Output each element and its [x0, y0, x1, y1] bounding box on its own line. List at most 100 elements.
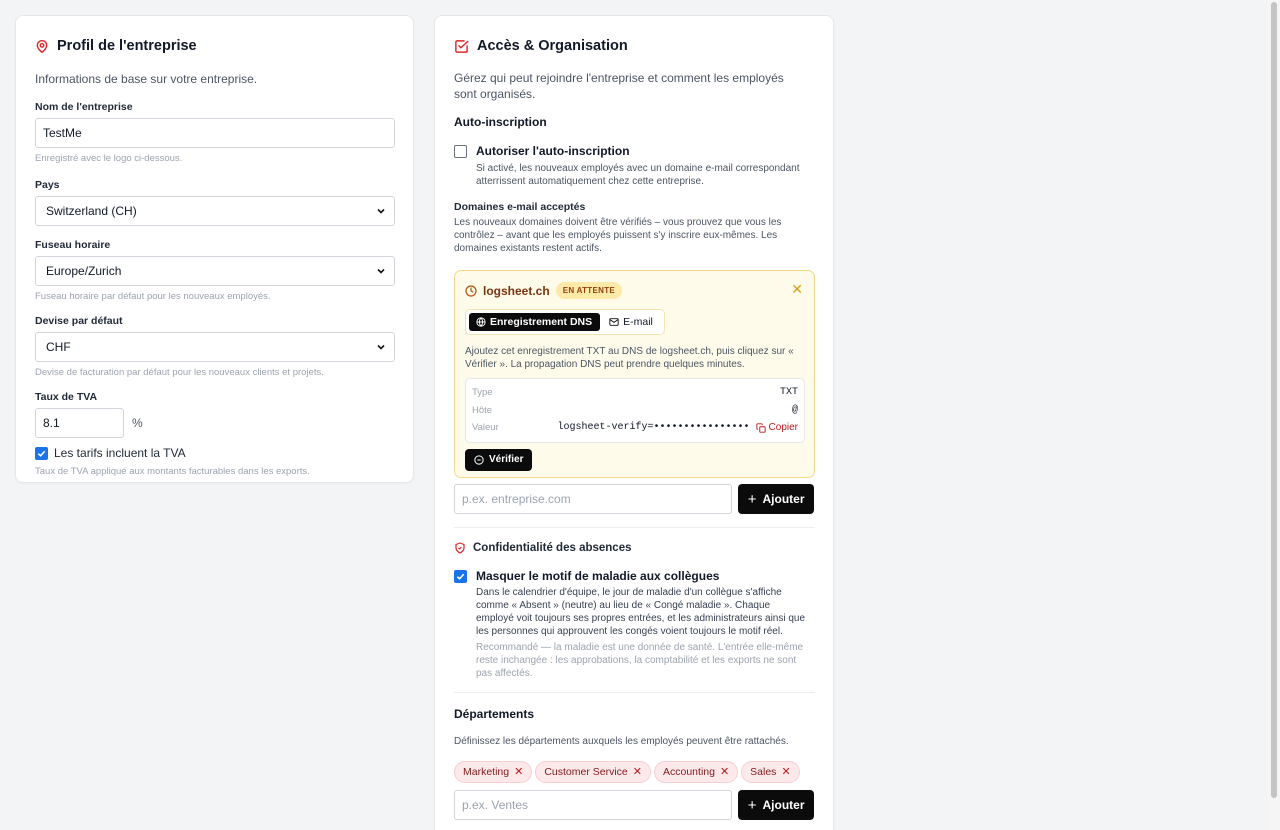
access-card-header: Accès & Organisation	[454, 38, 814, 54]
domains-heading: Domaines e-mail acceptés	[454, 201, 586, 213]
access-organisation-card: Accès & Organisation Gérez qui peut rejo…	[434, 15, 834, 830]
department-tag-label: Customer Service	[544, 766, 628, 778]
check-icon	[37, 450, 46, 457]
self-signup-description: Si activé, les nouveaux employés avec un…	[476, 163, 800, 187]
verify-label: Vérifier	[489, 454, 524, 465]
chevron-down-icon	[377, 344, 385, 350]
departments-description: Définissez les départements auxquels les…	[454, 736, 789, 747]
tab-dns-record[interactable]: Enregistrement DNS	[469, 313, 601, 331]
timezone-value: Europe/Zurich	[46, 264, 122, 278]
department-tag-label: Sales	[750, 766, 777, 778]
pending-domain-name: logsheet.ch	[483, 283, 550, 298]
domain-input-placeholder: p.ex. entreprise.com	[462, 492, 571, 506]
remove-icon[interactable]: ✕	[633, 767, 642, 778]
company-profile-card: Profil de l'entreprise Informations de b…	[15, 15, 414, 483]
vat-inclusive-checkbox[interactable]	[35, 446, 48, 460]
add-department-label: Ajouter	[762, 798, 805, 812]
copy-label: Copier	[768, 422, 798, 434]
department-tag: Accounting ✕	[654, 761, 739, 783]
add-domain-button[interactable]: + Ajouter	[738, 484, 814, 514]
privacy-label: Masquer le motif de maladie aux collègue…	[476, 569, 720, 583]
dns-instructions: Ajoutez cet enregistrement TXT au DNS de…	[465, 346, 794, 370]
currency-value: CHF	[46, 340, 71, 354]
dns-value: logsheet-verify=••••••••••••••••	[557, 422, 750, 434]
dns-key: Type	[472, 387, 493, 399]
pending-domain-card: logsheet.ch EN ATTENTE ✕ Enregistrement …	[454, 270, 815, 478]
department-input-placeholder: p.ex. Ventes	[462, 798, 529, 812]
dns-key: Valeur	[472, 422, 499, 434]
company-name-value: TestMe	[43, 126, 82, 140]
domain-input[interactable]: p.ex. entreprise.com	[454, 484, 733, 514]
map-pin-icon	[36, 39, 48, 53]
dns-value: TXT	[779, 387, 798, 399]
timezone-hint: Fuseau horaire par défaut pour les nouve…	[35, 291, 271, 302]
access-description: Gérez qui peut rejoindre l'entreprise et…	[454, 71, 784, 101]
access-card-title: Accès & Organisation	[477, 38, 628, 54]
department-input[interactable]: p.ex. Ventes	[454, 790, 733, 820]
department-tag: Marketing ✕	[454, 761, 533, 783]
scrollbar[interactable]	[1268, 0, 1280, 830]
tab-email[interactable]: E-mail	[602, 313, 661, 331]
copy-icon	[755, 423, 766, 433]
clock-icon	[465, 284, 477, 297]
company-name-input[interactable]: TestMe	[35, 118, 395, 148]
company-name-hint: Enregistré avec le logo ci-dessous.	[35, 153, 183, 164]
check-icon	[456, 573, 465, 580]
vat-unit: %	[132, 416, 143, 430]
privacy-heading: Confidentialité des absences	[473, 542, 632, 554]
timezone-select[interactable]: Europe/Zurich	[35, 256, 395, 286]
add-domain-label: Ajouter	[762, 492, 805, 506]
globe-icon	[476, 317, 486, 327]
checkbox-square-icon	[455, 39, 469, 53]
remove-icon[interactable]: ✕	[781, 767, 790, 778]
currency-hint: Devise de facturation par défaut pour le…	[35, 367, 324, 378]
divider	[454, 527, 815, 528]
mail-icon	[609, 318, 619, 326]
copy-button[interactable]: Copier	[755, 422, 798, 434]
self-signup-checkbox[interactable]	[454, 145, 467, 158]
chevron-down-icon	[377, 208, 385, 214]
profile-card-header: Profil de l'entreprise	[35, 38, 394, 54]
dns-record-table: Type TXT Hôte @ Valeur logsheet-verify=•…	[465, 378, 805, 443]
country-select[interactable]: Switzerland (CH)	[35, 196, 395, 226]
plus-icon: +	[747, 796, 757, 814]
dns-key: Hôte	[472, 404, 493, 416]
privacy-checkbox[interactable]	[454, 570, 467, 583]
scrollbar-thumb[interactable]	[1271, 2, 1277, 798]
country-label: Pays	[35, 179, 60, 191]
department-tag: Customer Service ✕	[535, 761, 651, 783]
add-department-button[interactable]: + Ajouter	[738, 790, 814, 820]
vat-hint: Taux de TVA appliqué aux montants factur…	[35, 466, 310, 477]
remove-icon[interactable]: ✕	[720, 767, 729, 778]
vat-rate-input[interactable]: 8.1	[35, 408, 124, 438]
company-name-label: Nom de l'entreprise	[35, 101, 133, 113]
country-value: Switzerland (CH)	[46, 204, 137, 218]
vat-rate-value: 8.1	[43, 416, 60, 430]
domains-description: Les nouveaux domaines doivent être vérif…	[454, 217, 782, 254]
chevron-down-icon	[377, 268, 385, 274]
department-tags: Marketing ✕ Customer Service ✕ Accountin…	[454, 761, 814, 783]
divider	[454, 692, 815, 693]
currency-label: Devise par défaut	[35, 315, 123, 327]
remove-icon[interactable]: ✕	[514, 767, 523, 778]
privacy-note: Recommandé — la maladie est une donnée d…	[476, 642, 804, 679]
verify-button[interactable]: Vérifier	[465, 448, 533, 471]
dns-row-value: Valeur logsheet-verify=•••••••••••••••• …	[472, 419, 798, 437]
dns-row-type: Type TXT	[472, 384, 798, 402]
vat-label: Taux de TVA	[35, 391, 98, 403]
close-icon[interactable]: ✕	[791, 282, 803, 296]
self-signup-label: Autoriser l'auto-inscription	[476, 144, 630, 158]
department-tag: Sales ✕	[741, 761, 800, 783]
profile-card-title: Profil de l'entreprise	[57, 38, 197, 54]
shield-icon	[455, 542, 465, 554]
timezone-label: Fuseau horaire	[35, 239, 111, 251]
dns-value: @	[791, 404, 798, 416]
tab-email-label: E-mail	[623, 316, 653, 328]
departments-heading: Départements	[454, 707, 535, 721]
currency-select[interactable]: CHF	[35, 332, 395, 362]
circle-check-icon	[474, 454, 484, 465]
plus-icon: +	[747, 490, 757, 508]
status-badge: EN ATTENTE	[555, 282, 623, 299]
vat-inclusive-label: Les tarifs incluent la TVA	[54, 446, 186, 460]
dns-row-host: Hôte @	[472, 402, 798, 420]
